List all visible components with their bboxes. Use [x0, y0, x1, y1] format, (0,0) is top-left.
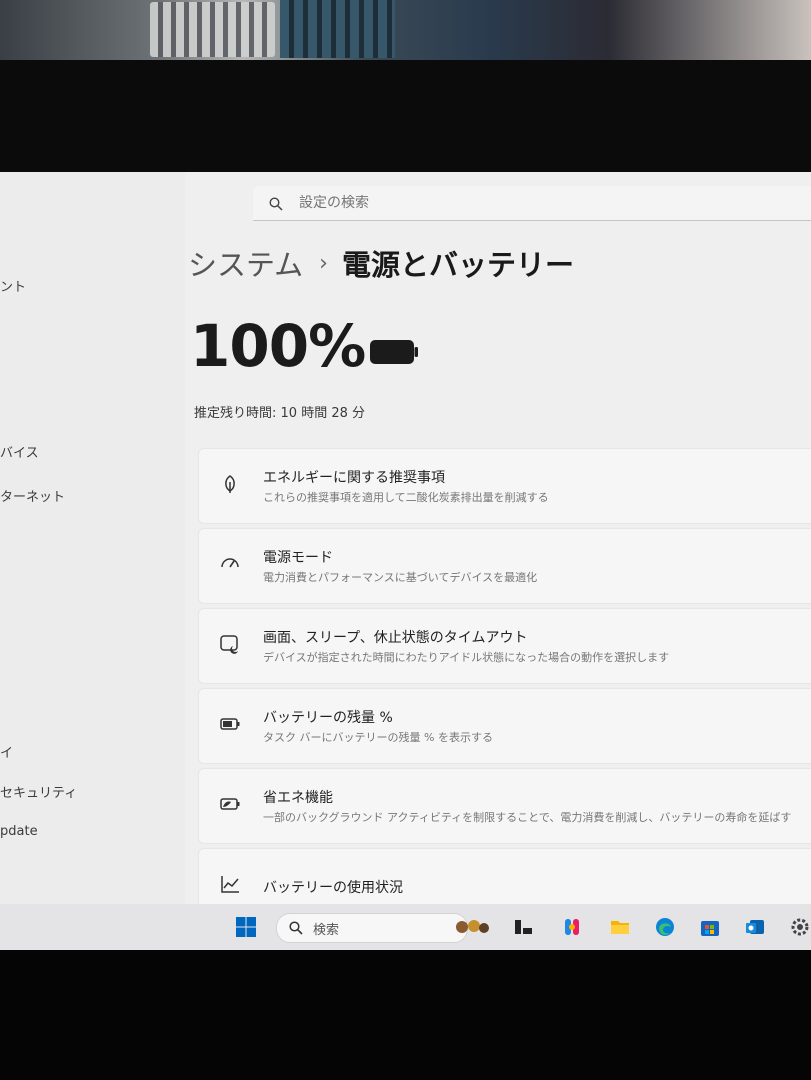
card-title: エネルギーに関する推奨事項 [263, 470, 445, 486]
search-icon [289, 921, 303, 935]
battery-icon [369, 339, 418, 365]
background-basket [150, 2, 275, 57]
card-title: 省エネ機能 [263, 790, 333, 806]
card-description: 電力消費とパフォーマンスに基づいてデバイスを最適化 [263, 571, 538, 584]
energy-saver-icon [219, 793, 241, 815]
card-energy-recommendations[interactable]: エネルギーに関する推奨事項 これらの推奨事項を適用して二酸化炭素排出量を削減する [198, 448, 811, 524]
usage-chart-icon [219, 873, 241, 895]
remaining-label: 推定残り時間: [194, 406, 277, 421]
task-view-icon[interactable] [513, 916, 535, 938]
card-title: バッテリーの使用状況 [263, 880, 403, 896]
page-title: 電源とバッテリー [341, 248, 574, 282]
search-icon [269, 196, 283, 211]
search-input[interactable] [297, 194, 701, 212]
sidebar: ント バイス ターネット イ セキュリティ pdate [0, 172, 185, 904]
card-description: 一部のバックグラウンド アクティビティを制限することで、電力消費を削減し、バッテ… [263, 811, 792, 824]
taskbar: 検索 [0, 904, 811, 950]
leaf-icon [219, 473, 241, 495]
card-energy-saver[interactable]: 省エネ機能 一部のバックグラウンド アクティビティを制限することで、電力消費を削… [198, 768, 811, 844]
card-title: 画面、スリープ、休止状態のタイムアウト [263, 630, 528, 646]
sidebar-item-accessibility[interactable]: イ [0, 742, 13, 761]
monitor-bottom-bezel [0, 950, 811, 1080]
taskbar-search-label: 検索 [313, 922, 340, 938]
copilot-icon[interactable] [561, 916, 583, 938]
battery-percentage: 100% [190, 312, 366, 380]
start-icon[interactable] [235, 916, 257, 938]
sidebar-item-network[interactable]: ターネット [0, 486, 65, 505]
file-explorer-icon[interactable] [609, 916, 631, 938]
monitor-bezel [0, 60, 811, 172]
card-screen-sleep-timeout[interactable]: 画面、スリープ、休止状態のタイムアウト デバイスが指定された時間にわたりアイドル… [198, 608, 811, 684]
breadcrumb-separator: › [319, 250, 328, 276]
taskbar-search[interactable]: 検索 [276, 913, 468, 943]
sidebar-item-update[interactable]: pdate [0, 824, 38, 839]
card-description: デバイスが指定された時間にわたりアイドル状態になった場合の動作を選択します [263, 651, 670, 664]
background-room [0, 0, 811, 64]
settings-gear-icon[interactable] [789, 916, 811, 938]
card-power-mode[interactable]: 電源モード 電力消費とパフォーマンスに基づいてデバイスを最適化 [198, 528, 811, 604]
edge-browser-icon[interactable] [654, 916, 676, 938]
outlook-icon[interactable] [744, 916, 766, 938]
card-title: 電源モード [263, 550, 333, 566]
card-battery-percentage[interactable]: バッテリーの残量 % タスク バーにバッテリーの残量 % を表示する [198, 688, 811, 764]
card-title: バッテリーの残量 % [263, 710, 393, 726]
store-icon[interactable] [699, 916, 721, 938]
card-battery-usage[interactable]: バッテリーの使用状況 [198, 848, 811, 904]
power-mode-icon [219, 553, 241, 575]
card-description: これらの推奨事項を適用して二酸化炭素排出量を削減する [263, 491, 549, 504]
settings-window: ント バイス ターネット イ セキュリティ pdate システム › 電源とバッ… [0, 172, 811, 904]
settings-card-list: エネルギーに関する推奨事項 これらの推奨事項を適用して二酸化炭素排出量を削減する… [198, 448, 811, 904]
estimated-time-remaining: 推定残り時間: 10 時間 28 分 [194, 402, 365, 421]
screen-sleep-icon [219, 633, 241, 655]
card-description: タスク バーにバッテリーの残量 % を表示する [263, 731, 493, 744]
remaining-value: 10 時間 28 分 [280, 406, 366, 421]
sidebar-item-accounts[interactable]: ント [0, 276, 26, 295]
search-highlight-icon[interactable] [452, 916, 492, 938]
sidebar-item-devices[interactable]: バイス [0, 442, 39, 461]
battery-percent-icon [219, 713, 241, 735]
sidebar-item-security[interactable]: セキュリティ [0, 782, 77, 801]
breadcrumb-parent[interactable]: システム [188, 242, 303, 284]
background-basket [280, 0, 395, 58]
breadcrumb: システム › 電源とバッテリー [188, 242, 574, 284]
settings-search[interactable] [253, 186, 811, 221]
